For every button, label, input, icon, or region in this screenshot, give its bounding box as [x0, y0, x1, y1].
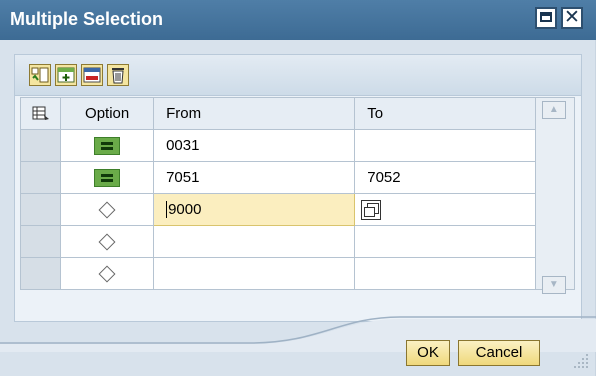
to-field[interactable] — [354, 225, 536, 258]
table-row — [19, 225, 575, 258]
resize-grip-icon[interactable] — [574, 352, 590, 368]
empty-option-icon[interactable] — [98, 265, 116, 283]
from-field[interactable]: 0031 — [153, 129, 356, 162]
delete-all-icon[interactable] — [107, 64, 129, 86]
option-cell[interactable] — [60, 129, 155, 162]
to-field[interactable] — [354, 193, 536, 226]
from-field[interactable]: 7051 — [153, 161, 356, 194]
table-header-row: Option From To ▲ ▼ — [19, 97, 576, 294]
column-header-from[interactable]: From — [153, 97, 356, 130]
option-cell[interactable] — [60, 257, 155, 290]
to-field[interactable] — [354, 257, 536, 290]
delete-row-icon[interactable] — [81, 64, 103, 86]
table-row — [19, 257, 575, 290]
title-bar[interactable]: Multiple Selection ✕ — [0, 0, 596, 40]
selection-table: Option From To ▲ ▼ 0031 7051 7052 9000 — [19, 97, 576, 294]
equals-option-icon[interactable] — [94, 136, 121, 155]
dialog-title: Multiple Selection — [10, 9, 164, 29]
scroll-down-icon[interactable]: ▼ — [541, 276, 566, 294]
row-selector[interactable] — [19, 225, 62, 258]
option-cell[interactable] — [60, 193, 155, 226]
cancel-button[interactable]: Cancel — [458, 340, 540, 366]
empty-option-icon[interactable] — [98, 201, 116, 219]
row-selector[interactable] — [19, 257, 62, 290]
value-help-icon[interactable] — [361, 199, 382, 220]
multiple-selection-dialog: Multiple Selection ✕ Option From To ▲ ▼ … — [0, 0, 596, 376]
from-field[interactable] — [153, 225, 356, 258]
to-field[interactable]: 7052 — [354, 161, 536, 194]
scroll-up-icon[interactable]: ▲ — [541, 101, 566, 119]
from-field[interactable] — [153, 257, 356, 290]
toolbar — [14, 54, 582, 96]
ok-button[interactable]: OK — [406, 340, 450, 366]
table-row: 0031 — [19, 129, 575, 162]
table-row: 9000 — [19, 193, 575, 226]
from-field-active[interactable]: 9000 — [153, 193, 356, 226]
empty-option-icon[interactable] — [98, 233, 116, 251]
text-cursor — [166, 201, 168, 219]
to-field[interactable] — [354, 129, 536, 162]
equals-option-icon[interactable] — [94, 168, 121, 187]
column-config-icon[interactable] — [19, 97, 62, 130]
vertical-scrollbar[interactable]: ▲ ▼ — [534, 97, 576, 294]
row-selector[interactable] — [19, 161, 62, 194]
table-row: 7051 7052 — [19, 161, 575, 194]
option-cell[interactable] — [60, 225, 155, 258]
maximize-icon[interactable] — [535, 7, 557, 29]
close-icon[interactable]: ✕ — [561, 7, 583, 29]
from-field-value: 9000 — [168, 200, 202, 218]
option-cell[interactable] — [60, 161, 155, 194]
insert-row-icon[interactable] — [55, 64, 77, 86]
row-selector[interactable] — [19, 193, 62, 226]
row-selector[interactable] — [19, 129, 62, 162]
column-header-to[interactable]: To — [354, 97, 536, 130]
column-header-option[interactable]: Option — [60, 97, 155, 130]
select-all-icon[interactable] — [29, 64, 51, 86]
